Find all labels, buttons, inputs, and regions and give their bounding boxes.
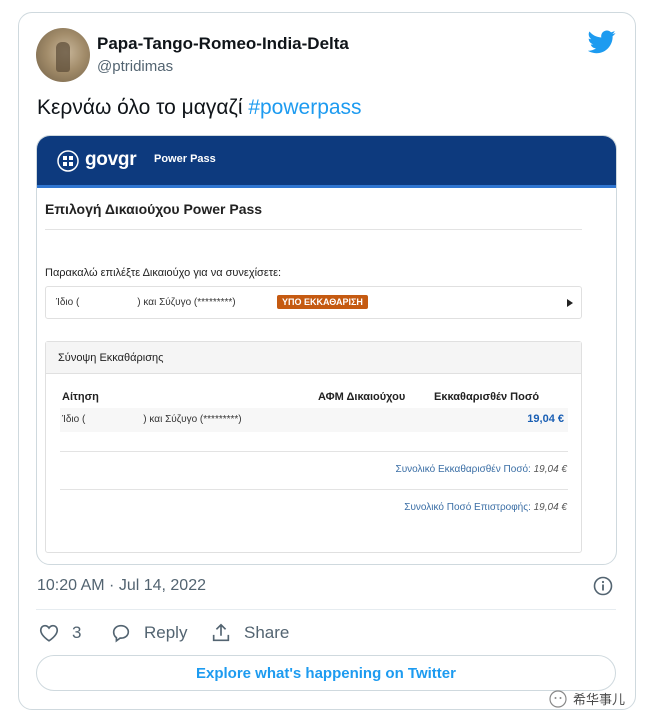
clearance-summary-panel: Σύνοψη Εκκαθάρισης Αίτηση ΑΦΜ Δικαιούχου…: [45, 341, 582, 553]
greek-emblem-icon: [57, 150, 79, 172]
embedded-screenshot[interactable]: govgr Power Pass Επιλογή Δικαιούχου Powe…: [36, 135, 617, 565]
summary-title: Σύνοψη Εκκαθάρισης: [58, 352, 164, 364]
hashtag-link[interactable]: #powerpass: [248, 96, 361, 119]
summary-header: Σύνοψη Εκκαθάρισης: [46, 342, 581, 374]
divider: [60, 489, 568, 490]
reply-button[interactable]: Reply: [110, 622, 187, 644]
divider: [45, 229, 582, 230]
total-refund-amount: Συνολικό Ποσό Επιστροφής: 19,04 €: [404, 502, 567, 513]
column-header-application: Αίτηση: [62, 391, 99, 403]
beneficiary-prompt: Παρακαλώ επιλέξτε Δικαιούχο για να συνεχ…: [45, 267, 282, 279]
watermark-text: 希华事儿: [573, 692, 626, 707]
avatar[interactable]: [36, 28, 90, 82]
reply-label: Reply: [144, 623, 188, 642]
table-row: Ίδιο () και Σύζυγο (*********) 19,04 €: [60, 408, 568, 432]
like-button[interactable]: 3: [38, 622, 81, 644]
explore-twitter-button[interactable]: Explore what's happening on Twitter: [36, 655, 616, 691]
display-name[interactable]: Papa-Tango-Romeo-India-Delta: [97, 34, 349, 54]
gov-header-title: Power Pass: [154, 153, 216, 165]
application-cell: Ίδιο () και Σύζυγο (*********): [62, 414, 242, 425]
divider: [36, 609, 616, 610]
watermark: 希华事儿: [549, 689, 625, 708]
beneficiary-label: Ίδιο () και Σύζυγο (*********): [56, 297, 236, 308]
wechat-icon: [549, 689, 567, 708]
info-icon[interactable]: [593, 576, 613, 596]
cleared-amount: 19,04 €: [527, 413, 564, 425]
reply-icon: [112, 624, 130, 643]
form-title: Επιλογή Δικαιούχου Power Pass: [45, 201, 263, 217]
heart-icon: [39, 624, 59, 642]
govgr-logo: govgr: [85, 149, 137, 170]
caret-right-icon[interactable]: [567, 299, 573, 307]
twitter-bird-icon[interactable]: [588, 30, 616, 54]
total-cleared-amount: Συνολικό Εκκαθαρισθέν Ποσό: 19,04 €: [395, 464, 567, 475]
gov-header: govgr Power Pass: [37, 136, 616, 188]
tweet-text: Κερνάω όλο το μαγαζί #powerpass: [37, 96, 362, 120]
tweet-text-body: Κερνάω όλο το μαγαζί: [37, 96, 249, 119]
like-count: 3: [72, 623, 82, 642]
share-label: Share: [244, 623, 290, 642]
column-header-afm: ΑΦΜ Δικαιούχου: [318, 391, 406, 403]
status-badge: ΥΠΟ ΕΚΚΑΘΑΡΙΣΗ: [277, 295, 368, 309]
beneficiary-select[interactable]: Ίδιο () και Σύζυγο (*********) ΥΠΟ ΕΚΚΑΘ…: [45, 286, 582, 319]
tweet-timestamp[interactable]: 10:20 AM · Jul 14, 2022: [37, 577, 206, 595]
share-button[interactable]: Share: [210, 622, 289, 644]
share-icon: [212, 623, 230, 642]
divider: [60, 451, 568, 452]
user-handle[interactable]: @ptridimas: [97, 58, 173, 75]
column-header-amount: Εκκαθαρισθέν Ποσό: [434, 391, 540, 403]
